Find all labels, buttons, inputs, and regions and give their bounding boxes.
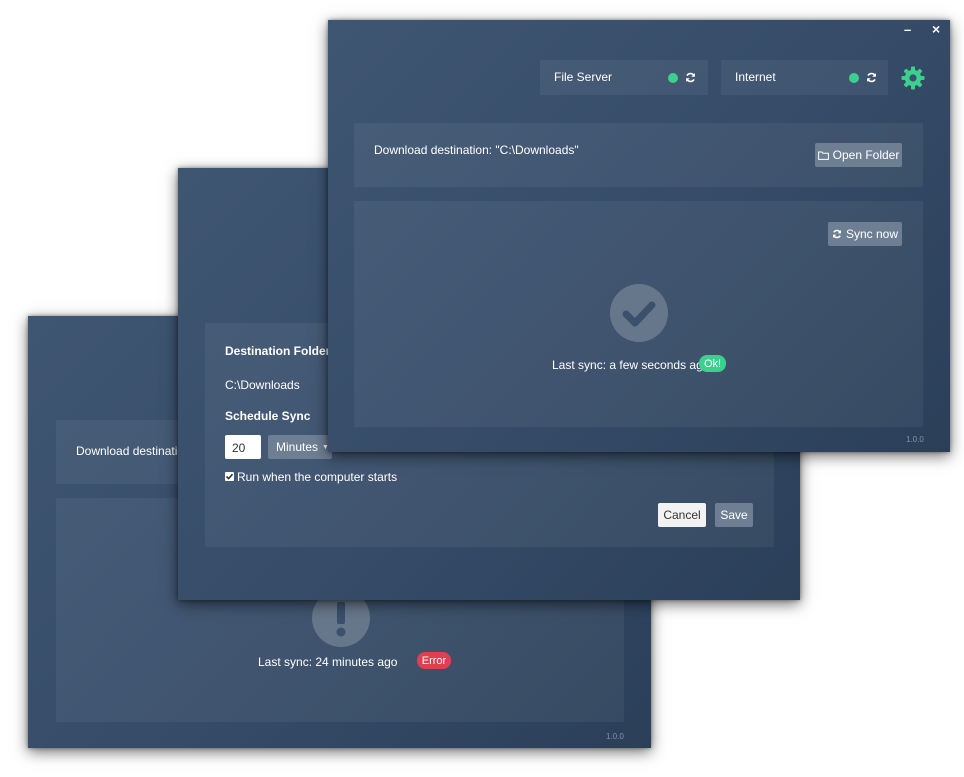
last-sync-text: Last sync: a few seconds ago bbox=[552, 358, 710, 372]
version-label: 1.0.0 bbox=[606, 732, 624, 741]
interval-unit-label: Minutes bbox=[276, 440, 319, 454]
file-server-label: File Server bbox=[554, 70, 613, 84]
file-server-status: File Server bbox=[540, 60, 708, 95]
sync-status-panel: Sync now Last sync: a few seconds ago Ok… bbox=[354, 201, 923, 427]
internet-online-indicator bbox=[849, 73, 859, 83]
schedule-sync-heading: Schedule Sync bbox=[225, 409, 311, 423]
internet-status: Internet bbox=[721, 60, 888, 95]
folder-icon bbox=[817, 151, 829, 160]
download-destination-text: Download destination: "C:\Downloads" bbox=[374, 143, 579, 157]
minimize-button[interactable]: – bbox=[904, 22, 911, 37]
file-server-online-indicator bbox=[668, 73, 678, 83]
refresh-icon[interactable] bbox=[685, 72, 696, 83]
status-badge-error: Error bbox=[417, 652, 451, 669]
cancel-button[interactable]: Cancel bbox=[658, 503, 706, 527]
destination-folder-value[interactable]: C:\Downloads bbox=[225, 378, 300, 392]
open-folder-label: Open Folder bbox=[832, 148, 900, 162]
last-sync-text: Last sync: 24 minutes ago bbox=[258, 655, 398, 669]
refresh-icon bbox=[832, 229, 842, 239]
settings-gear-icon[interactable] bbox=[901, 66, 925, 90]
checkmark-circle-icon bbox=[610, 284, 668, 342]
interval-input[interactable]: 20 bbox=[225, 435, 261, 459]
check-icon bbox=[225, 473, 234, 480]
save-button[interactable]: Save bbox=[715, 503, 753, 527]
download-destination-label: Download destination bbox=[76, 444, 191, 458]
run-on-startup-label[interactable]: Run when the computer starts bbox=[237, 470, 397, 484]
main-window: – × File Server Internet Download destin… bbox=[328, 20, 950, 452]
interval-value: 20 bbox=[232, 441, 246, 455]
download-destination-panel: Download destination: "C:\Downloads" Ope… bbox=[354, 123, 923, 187]
open-folder-button[interactable]: Open Folder bbox=[815, 143, 902, 167]
destination-folder-heading: Destination Folder bbox=[225, 344, 331, 358]
sync-now-button[interactable]: Sync now bbox=[828, 222, 902, 246]
close-button[interactable]: × bbox=[932, 21, 940, 37]
refresh-icon[interactable] bbox=[866, 72, 877, 83]
run-on-startup-checkbox[interactable] bbox=[225, 472, 234, 481]
version-label: 1.0.0 bbox=[906, 435, 924, 444]
sync-now-label: Sync now bbox=[845, 227, 899, 241]
interval-unit-dropdown[interactable]: Minutes ▼ bbox=[268, 435, 332, 459]
status-badge-ok: Ok! bbox=[699, 355, 726, 372]
internet-label: Internet bbox=[735, 70, 776, 84]
